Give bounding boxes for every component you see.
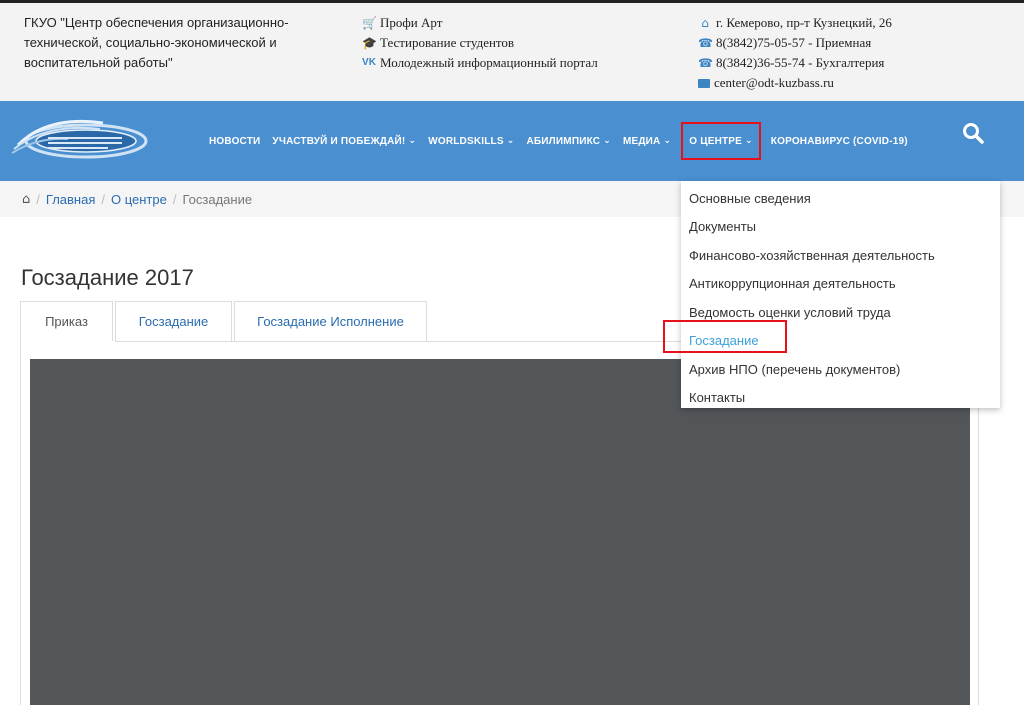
quick-links: 🛒 Профи Арт 🎓 Тестирование студентов VK …	[362, 13, 598, 73]
tab-label[interactable]: Госзадание	[139, 314, 209, 329]
nav-item-news[interactable]: НОВОСТИ	[207, 122, 262, 160]
breadcrumb-separator: /	[101, 191, 105, 207]
search-button[interactable]	[961, 121, 985, 145]
chevron-down-icon: ⌄	[663, 136, 672, 146]
site-logo[interactable]	[8, 115, 148, 167]
dropdown-item-basic-info[interactable]: Основные сведения	[681, 184, 1000, 213]
phone-text: 8(3842)75-05-57 - Приемная	[716, 35, 872, 50]
chevron-down-icon: ⌄	[506, 136, 515, 146]
dropdown-item-finance[interactable]: Финансово-хозяйственная деятельность	[681, 241, 1000, 270]
dropdown-item-anticorruption[interactable]: Антикоррупционная деятельность	[681, 270, 1000, 299]
nav-item-label[interactable]: НОВОСТИ	[209, 136, 260, 147]
breadcrumb-separator: /	[172, 191, 177, 207]
nav-item-label[interactable]: УЧАСТВУЙ И ПОБЕЖДАЙ!	[272, 136, 405, 147]
nav-item-label[interactable]: WORLDSKILLS	[428, 136, 504, 147]
nav-item-label[interactable]: МЕДИА	[623, 136, 661, 147]
nav-item-label[interactable]: О ЦЕНТРЕ	[689, 136, 742, 147]
link-label[interactable]: Профи Арт	[380, 13, 442, 33]
vk-icon: VK	[362, 57, 376, 68]
about-dropdown-menu: Основные сведения Документы Финансово-хо…	[681, 181, 1000, 408]
dropdown-item-documents[interactable]: Документы	[681, 213, 1000, 242]
phone-text: 8(3842)36-55-74 - Бухгалтерия	[716, 55, 885, 70]
org-line: воспитательной работы"	[24, 55, 173, 70]
top-info-bar: ГКУО "Центр обеспечения организационно- …	[0, 0, 1024, 101]
organization-name: ГКУО "Центр обеспечения организационно- …	[24, 13, 324, 73]
chevron-down-icon: ⌄	[745, 136, 753, 146]
envelope-icon	[698, 78, 710, 88]
link-profi-art[interactable]: 🛒 Профи Арт	[362, 13, 598, 33]
nav-item-abilympics[interactable]: АБИЛИМПИКС ⌄	[524, 122, 612, 160]
search-icon	[963, 123, 984, 144]
graduation-cap-icon: 🎓	[362, 36, 377, 50]
selection-highlight	[663, 320, 787, 353]
link-youth-portal[interactable]: VK Молодежный информационный портал	[362, 53, 598, 73]
phone-row: ☎ 8(3842)36-55-74 - Бухгалтерия	[698, 53, 892, 73]
tab-bar: Приказ Госзадание Госзадание Исполнение	[20, 301, 429, 341]
page-title: Госзадание 2017	[21, 265, 194, 290]
tab-order[interactable]: Приказ	[20, 301, 113, 341]
nav-item-covid[interactable]: КОРОНАВИРУС (COVID-19)	[769, 122, 910, 160]
dropdown-item-contacts[interactable]: Контакты	[681, 384, 1000, 413]
address-text: г. Кемерово, пр-т Кузнецкий, 26	[716, 15, 892, 30]
nav-item-about[interactable]: О ЦЕНТРЕ ⌄	[681, 122, 761, 160]
breadcrumb-section[interactable]: О центре	[111, 192, 167, 207]
tab-goszadanie[interactable]: Госзадание	[115, 301, 232, 341]
org-line: ГКУО "Центр обеспечения организационно-	[24, 15, 289, 30]
dropdown-item-archive[interactable]: Архив НПО (перечень документов)	[681, 355, 1000, 384]
contacts: ⌂ г. Кемерово, пр-т Кузнецкий, 26 ☎ 8(38…	[698, 13, 892, 93]
nav-item-participate[interactable]: УЧАСТВУЙ И ПОБЕЖДАЙ! ⌄	[270, 122, 418, 160]
breadcrumb-current: Госзадание	[182, 191, 253, 207]
cart-icon: 🛒	[362, 16, 377, 30]
chevron-down-icon: ⌄	[603, 136, 611, 146]
nav-menu: НОВОСТИ УЧАСТВУЙ И ПОБЕЖДАЙ! ⌄ WORLDSKIL…	[203, 101, 914, 181]
breadcrumb-separator: /	[36, 191, 40, 207]
chevron-down-icon: ⌄	[408, 136, 417, 146]
phone-row: ☎ 8(3842)75-05-57 - Приемная	[698, 33, 892, 53]
nav-item-label[interactable]: КОРОНАВИРУС (COVID-19)	[771, 136, 908, 147]
phone-icon: ☎	[698, 56, 713, 70]
link-label[interactable]: Тестирование студентов	[380, 33, 514, 53]
logo-graphic	[11, 119, 148, 159]
link-testing[interactable]: 🎓 Тестирование студентов	[362, 33, 598, 53]
link-label[interactable]: Молодежный информационный портал	[380, 53, 598, 73]
main-navigation: НОВОСТИ УЧАСТВУЙ И ПОБЕЖДАЙ! ⌄ WORLDSKIL…	[0, 101, 1024, 181]
nav-item-label[interactable]: АБИЛИМПИКС	[526, 136, 600, 147]
breadcrumb-home[interactable]: Главная	[46, 192, 95, 207]
org-line: технической, социально-экономической и	[24, 35, 277, 50]
tab-label[interactable]: Госзадание Исполнение	[257, 314, 404, 329]
address-row: ⌂ г. Кемерово, пр-т Кузнецкий, 26	[698, 13, 892, 33]
nav-item-media[interactable]: МЕДИА ⌄	[621, 122, 673, 160]
home-icon[interactable]: ⌂	[22, 192, 30, 207]
home-icon: ⌂	[701, 16, 709, 30]
tab-label[interactable]: Приказ	[45, 314, 88, 329]
email-text[interactable]: center@odt-kuzbass.ru	[714, 73, 834, 93]
email-row[interactable]: center@odt-kuzbass.ru	[698, 73, 892, 93]
tab-goszadanie-execution[interactable]: Госзадание Исполнение	[234, 301, 427, 341]
phone-icon: ☎	[698, 36, 713, 50]
nav-item-worldskills[interactable]: WORLDSKILLS ⌄	[426, 122, 516, 160]
